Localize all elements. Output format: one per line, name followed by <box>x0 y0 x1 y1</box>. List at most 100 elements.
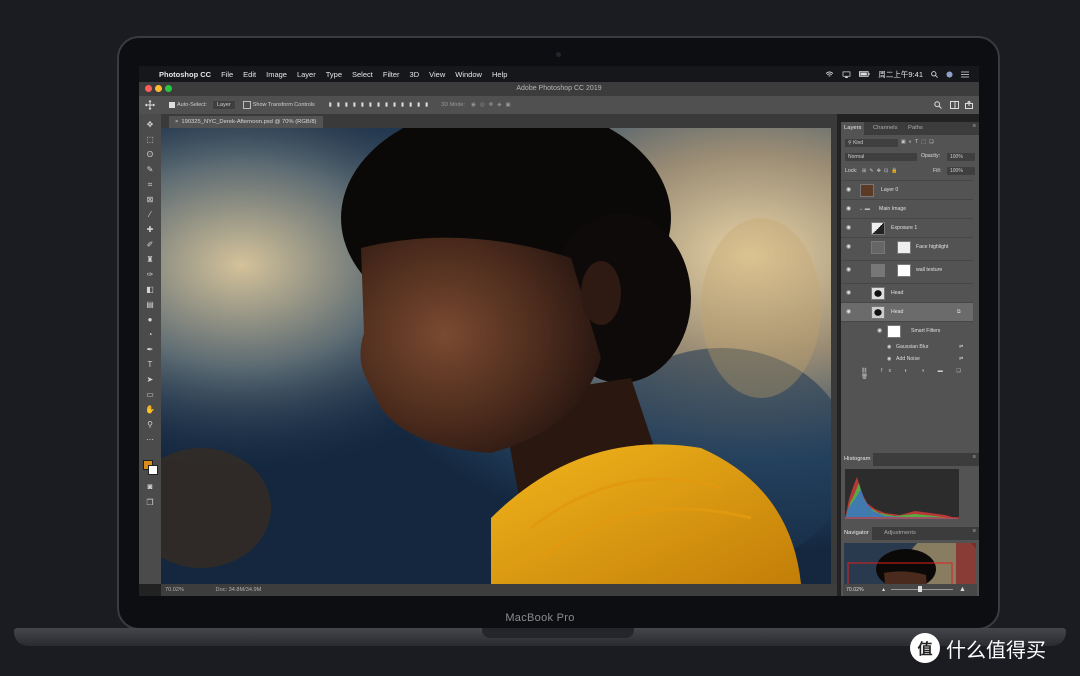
document-tab[interactable]: × 190325_NYC_Derek-Afternoon.psd @ 70% (R… <box>169 116 323 128</box>
visibility-eye-icon[interactable]: ◉ <box>887 354 891 365</box>
panel-menu-icon[interactable]: ≡ <box>973 454 976 460</box>
panel-menu-icon[interactable]: ≡ <box>973 528 976 534</box>
opacity-input[interactable]: 100% <box>947 153 975 161</box>
tab-paths[interactable]: Paths <box>905 122 926 135</box>
filter-row[interactable]: ◉ Add Noise ⇌ <box>841 354 979 365</box>
document-canvas[interactable] <box>161 128 831 584</box>
menu-file[interactable]: File <box>221 70 233 79</box>
menu-edit[interactable]: Edit <box>243 70 256 79</box>
tab-channels[interactable]: Channels <box>870 122 901 135</box>
show-transform-checkbox-icon[interactable] <box>242 101 251 109</box>
fill-input[interactable]: 100% <box>947 167 975 175</box>
visibility-eye-icon[interactable]: ◉ <box>846 266 854 274</box>
tab-layers[interactable]: Layers <box>841 122 865 135</box>
smart-filters-row[interactable]: ◉ Smart Filters <box>841 321 973 341</box>
menu-image[interactable]: Image <box>266 70 287 79</box>
auto-select-checkbox-icon[interactable] <box>169 102 175 108</box>
menu-filter[interactable]: Filter <box>383 70 400 79</box>
tab-adjustments[interactable]: Adjustments <box>881 527 919 540</box>
filter-row[interactable]: ◉ Gaussian Blur ⇌ <box>841 342 979 353</box>
pen-tool-icon[interactable]: ✒ <box>145 345 155 355</box>
visibility-eye-icon[interactable]: ◉ <box>887 342 891 353</box>
visibility-eye-icon[interactable]: ◉ <box>846 243 854 251</box>
user-icon[interactable] <box>946 70 953 78</box>
layer-row[interactable]: ◉ Head <box>841 283 973 303</box>
canvas-vertical-scrollbar[interactable] <box>831 128 837 584</box>
menu-help[interactable]: Help <box>492 70 507 79</box>
workspace-icon[interactable] <box>950 101 959 109</box>
healing-brush-tool-icon[interactable]: ✚ <box>145 225 155 235</box>
zoom-slider-thumb[interactable] <box>918 586 922 592</box>
share-icon[interactable] <box>965 101 973 109</box>
search-icon[interactable] <box>934 101 942 109</box>
menu-type[interactable]: Type <box>326 70 342 79</box>
zoom-in-icon[interactable]: ▲ <box>959 584 966 596</box>
visibility-eye-icon[interactable]: ◉ <box>846 289 854 297</box>
menu-select[interactable]: Select <box>352 70 373 79</box>
crop-tool-icon[interactable]: ⌗ <box>145 180 155 190</box>
visibility-eye-icon[interactable]: ◉ <box>846 224 854 232</box>
type-tool-icon[interactable]: T <box>145 360 155 370</box>
menu-window[interactable]: Window <box>455 70 482 79</box>
quick-mask-icon[interactable]: ◙ <box>145 482 155 492</box>
move-tool-icon[interactable] <box>145 100 155 110</box>
auto-select-dropdown[interactable]: Layer <box>212 101 235 109</box>
brush-tool-icon[interactable]: ✐ <box>145 240 155 250</box>
filter-options-icon[interactable]: ⇌ <box>959 354 963 365</box>
quick-select-tool-icon[interactable]: ✎ <box>145 165 155 175</box>
more-tools-icon[interactable]: ⋯ <box>145 435 155 445</box>
move-tool-icon[interactable]: ✥ <box>145 120 155 130</box>
menu-layer[interactable]: Layer <box>297 70 316 79</box>
layer-row-selected[interactable]: ◉ Head ⧉ <box>841 302 973 322</box>
minimize-window-button[interactable] <box>155 85 162 92</box>
screen-mode-icon[interactable]: ❐ <box>145 498 155 508</box>
visibility-eye-icon[interactable]: ◉ <box>846 186 854 194</box>
layer-group-row[interactable]: ◉ ⌄ ▬ Main Image <box>841 199 973 219</box>
airplay-icon[interactable] <box>842 71 851 78</box>
layer-row[interactable]: ◉ Layer 0 <box>841 180 973 200</box>
zoom-slider[interactable] <box>891 589 953 590</box>
status-zoom[interactable]: 70.02% <box>165 587 184 593</box>
visibility-eye-icon[interactable]: ◉ <box>877 327 885 335</box>
tab-navigator[interactable]: Navigator <box>841 527 872 540</box>
mode-3d-icons[interactable]: ◉◎✥◈▣ <box>471 102 515 108</box>
battery-icon[interactable] <box>859 71 870 77</box>
layer-filter-icons[interactable]: ▣◐T⬚❏ <box>901 139 971 145</box>
history-brush-tool-icon[interactable]: ✑ <box>145 270 155 280</box>
zoom-out-icon[interactable]: ▲ <box>881 584 886 596</box>
gradient-tool-icon[interactable]: ▤ <box>145 300 155 310</box>
layers-footer-buttons[interactable]: ⛓ fx ◐ ◑ ▬ ❏ 🗑 <box>841 368 979 380</box>
marquee-tool-icon[interactable]: ⬚ <box>145 135 155 145</box>
zoom-tool-icon[interactable]: ⚲ <box>145 420 155 430</box>
filter-kind-dropdown[interactable]: ⚲ Kind <box>845 139 898 147</box>
eyedropper-tool-icon[interactable]: ⁄ <box>145 210 155 220</box>
layer-row[interactable]: ◉ Face highlight <box>841 237 973 261</box>
background-color-swatch[interactable] <box>148 465 158 475</box>
align-buttons[interactable]: ▮▮▮▮▮▮▮▮▮▮▮▮▮ <box>329 102 433 108</box>
layer-row[interactable]: ◉ wall texture <box>841 260 973 284</box>
wifi-icon[interactable] <box>825 70 834 78</box>
spotlight-search-icon[interactable] <box>931 70 938 78</box>
lasso-tool-icon[interactable]: ʘ <box>145 150 155 160</box>
document-close-icon[interactable]: × <box>175 119 178 125</box>
dodge-tool-icon[interactable]: ◔ <box>145 330 155 340</box>
hand-tool-icon[interactable]: ✋ <box>145 405 155 415</box>
app-menu[interactable]: Photoshop CC <box>159 70 211 79</box>
visibility-eye-icon[interactable]: ◉ <box>846 205 854 213</box>
filter-options-icon[interactable]: ⇌ <box>959 342 963 353</box>
group-chevron-icon[interactable]: ⌄ ▬ <box>859 200 870 219</box>
lock-icons[interactable]: ⊞✎✥⊡🔒 <box>862 168 922 174</box>
blend-mode-dropdown[interactable]: Normal <box>845 153 917 161</box>
notification-center-icon[interactable] <box>961 71 969 78</box>
rectangle-tool-icon[interactable]: ▭ <box>145 390 155 400</box>
layer-row[interactable]: ◉ Exposure 1 <box>841 218 973 238</box>
tab-histogram[interactable]: Histogram <box>841 453 874 466</box>
zoom-window-button[interactable] <box>165 85 172 92</box>
clone-stamp-tool-icon[interactable]: ♜ <box>145 255 155 265</box>
blur-tool-icon[interactable]: ● <box>145 315 155 325</box>
eraser-tool-icon[interactable]: ◧ <box>145 285 155 295</box>
path-selection-tool-icon[interactable]: ➤ <box>145 375 155 385</box>
visibility-eye-icon[interactable]: ◉ <box>846 308 854 316</box>
frame-tool-icon[interactable]: ⊠ <box>145 195 155 205</box>
menu-3d[interactable]: 3D <box>410 70 420 79</box>
